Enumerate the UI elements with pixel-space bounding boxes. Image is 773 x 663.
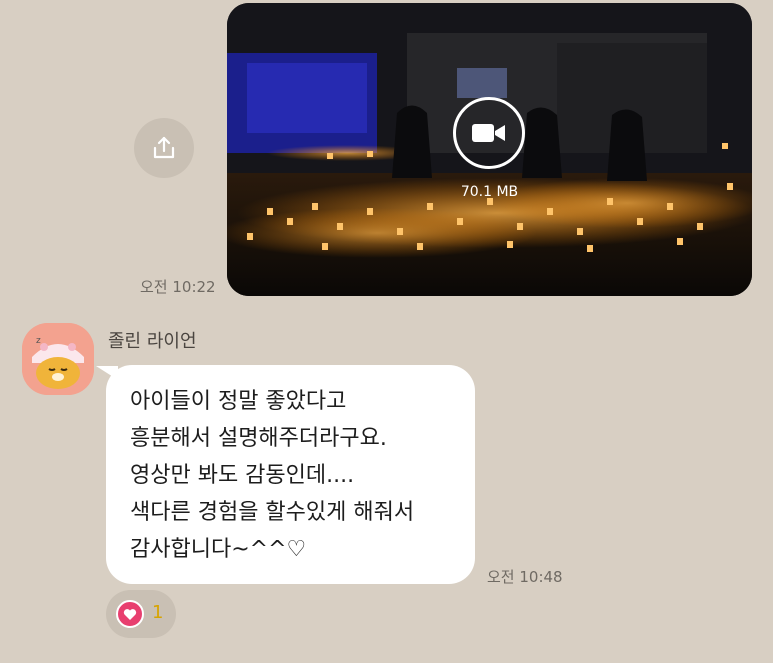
reaction-count: 1 <box>152 602 164 623</box>
received-timestamp: 오전 10:48 <box>487 568 563 586</box>
reaction-badge[interactable]: 1 <box>106 590 176 638</box>
sender-name: 졸린 라이언 <box>108 331 197 352</box>
video-message[interactable]: 70.1 MB <box>227 3 752 296</box>
message-line: 흥분해서 설명해주더라구요. <box>130 426 387 451</box>
reaction-heart <box>116 600 144 628</box>
sent-timestamp: 오전 10:22 <box>140 278 216 296</box>
message-line: 영상만 봐도 감동인데.... <box>130 463 355 488</box>
video-file-size: 70.1 MB <box>460 184 519 200</box>
video-play-button[interactable] <box>453 97 525 169</box>
heart-icon <box>123 608 137 620</box>
message-line: 감사합니다~^^♡ <box>130 537 307 562</box>
message-line: 색다른 경험을 할수있게 해줘서 <box>130 500 415 525</box>
svg-text:z: z <box>36 336 41 346</box>
sender-avatar[interactable]: z <box>22 323 94 395</box>
message-bubble[interactable]: 아이들이 정말 좋았다고 흥분해서 설명해주더라구요. 영상만 봐도 감동인데.… <box>106 365 475 584</box>
share-button[interactable] <box>134 118 194 178</box>
message-line: 아이들이 정말 좋았다고 <box>130 389 347 414</box>
video-camera-icon <box>472 124 505 142</box>
share-upload-icon <box>153 136 175 159</box>
sleepy-ryan-avatar-icon: z <box>22 323 94 395</box>
